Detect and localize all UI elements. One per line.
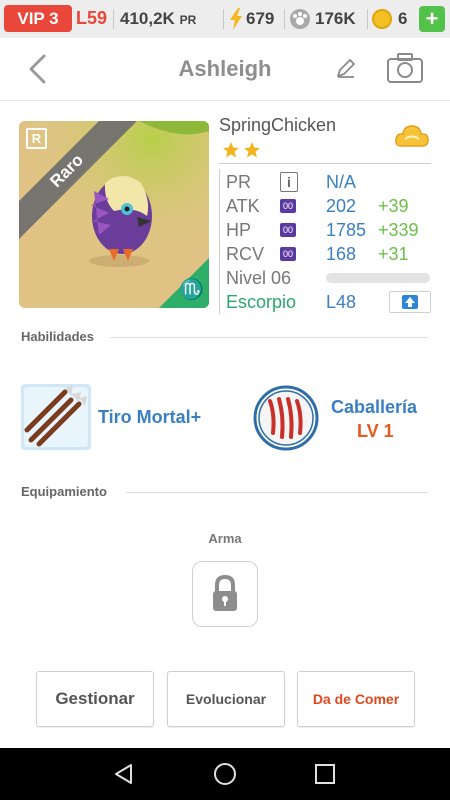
atk-value: 202 — [326, 196, 357, 216]
edit-icon[interactable] — [334, 56, 358, 80]
equipment-heading: Equipamiento — [21, 484, 107, 499]
abilities-divider — [110, 337, 428, 338]
nav-home-icon[interactable] — [213, 762, 237, 786]
divider — [223, 9, 224, 29]
divider — [367, 9, 368, 29]
nav-back-icon[interactable] — [113, 763, 135, 785]
evolve-button[interactable]: Evolucionar — [167, 671, 285, 727]
equipment-divider — [126, 492, 428, 493]
abilities-heading: Habilidades — [21, 329, 94, 344]
level-label: Nivel 06 — [226, 268, 292, 288]
paw-icon — [290, 9, 310, 29]
header: Ashleigh — [0, 38, 450, 101]
manage-button[interactable]: Gestionar — [36, 671, 154, 727]
zodiac-sign: Escorpio — [226, 292, 297, 312]
star-icon — [223, 142, 239, 158]
vip-badge[interactable]: VIP 3 — [4, 5, 72, 32]
page-title: Ashleigh — [178, 56, 272, 81]
name-divider — [219, 163, 431, 164]
atk-label: ATK — [226, 196, 260, 216]
rcv-value: 168 — [326, 244, 357, 264]
hp-bonus: +339 — [378, 220, 419, 240]
weapon-label: Arma — [208, 531, 242, 546]
energy-value: 679 — [246, 9, 275, 28]
cloud-icon[interactable] — [393, 122, 431, 154]
status-bar: VIP 3 L59 410,2K PR 679 176K 6 + — [0, 0, 450, 38]
rcv-plus-badge: 00 — [280, 247, 296, 261]
navigation-bar — [0, 748, 450, 800]
monster-portrait[interactable]: R Raro ♏ — [19, 121, 209, 308]
level-progress-bar — [326, 273, 430, 283]
coins-value: 6 — [398, 9, 408, 28]
power-unit: PR — [179, 13, 197, 27]
nav-recents-icon[interactable] — [314, 763, 336, 785]
lock-icon — [213, 574, 237, 611]
skill-level: LV 1 — [357, 421, 394, 441]
level-up-button[interactable] — [389, 291, 431, 313]
pr-label: PR — [226, 172, 252, 192]
player-level: L59 — [76, 8, 108, 28]
atk-bonus: +39 — [378, 196, 409, 216]
skill-caballeria[interactable]: Caballería — [331, 397, 417, 418]
feed-button[interactable]: Da de Comer — [297, 671, 415, 727]
hp-label: HP — [226, 220, 252, 240]
zodiac-level: L48 — [326, 292, 357, 312]
hp-value: 1785 — [326, 220, 367, 240]
power-value: 410,2K PR — [120, 5, 196, 32]
coin-icon — [372, 9, 392, 29]
monster-name: SpringChicken — [219, 115, 337, 135]
weapon-slot[interactable] — [192, 561, 258, 627]
divider — [284, 9, 285, 29]
power-number: 410,2K — [120, 9, 175, 28]
add-currency-button[interactable]: + — [419, 6, 445, 32]
rcv-bonus: +31 — [378, 244, 409, 264]
info-icon[interactable]: i — [280, 172, 298, 192]
stats-border — [219, 169, 220, 314]
atk-plus-badge: 00 — [280, 199, 296, 213]
scorpio-icon: ♏ — [179, 279, 204, 301]
star-icon — [244, 142, 260, 158]
back-icon[interactable] — [26, 54, 48, 84]
arrow-up-icon — [402, 295, 418, 309]
caballeria-icon[interactable] — [253, 385, 319, 451]
hp-plus-badge: 00 — [280, 223, 296, 237]
camera-icon[interactable] — [386, 52, 424, 84]
lightning-icon — [230, 8, 242, 30]
paws-value: 176K — [315, 9, 356, 28]
divider — [113, 9, 114, 29]
skill-tiro-mortal[interactable]: Tiro Mortal+ — [98, 407, 201, 428]
rcv-label: RCV — [226, 244, 265, 264]
pr-value: N/A — [326, 172, 357, 192]
tiro-mortal-icon[interactable] — [21, 384, 91, 450]
rarity-badge: R — [26, 128, 47, 149]
